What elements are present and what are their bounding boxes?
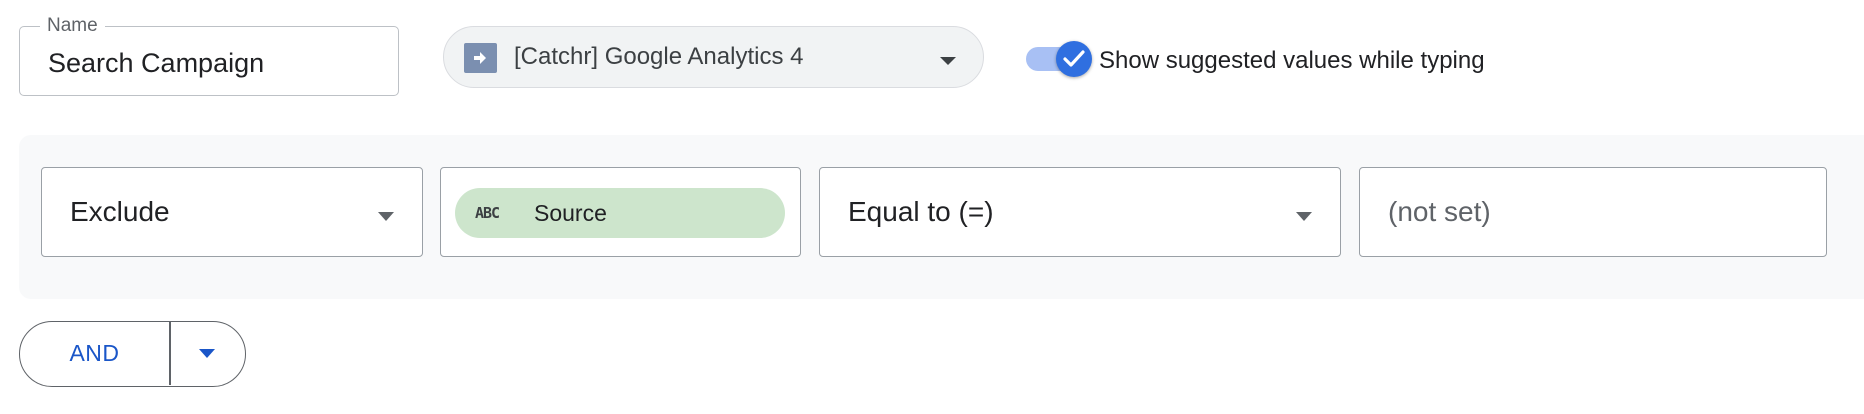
chevron-down-icon (199, 349, 215, 358)
include-exclude-select[interactable]: Exclude (41, 167, 423, 257)
chevron-down-icon (1296, 208, 1312, 226)
data-source-label: [Catchr] Google Analytics 4 (514, 43, 804, 70)
text-type-icon: ABC (475, 204, 500, 222)
data-source-select[interactable]: [Catchr] Google Analytics 4 (443, 26, 984, 88)
name-field-value[interactable]: Search Campaign (48, 47, 264, 79)
chevron-down-icon (939, 53, 957, 71)
chevron-down-icon (378, 208, 394, 226)
and-button[interactable]: AND (20, 322, 169, 385)
dimension-chip[interactable]: ABC Source (455, 188, 785, 238)
name-field-label: Name (40, 15, 105, 37)
suggested-values-toggle[interactable] (1026, 41, 1092, 77)
dimension-field[interactable]: ABC Source (440, 167, 801, 257)
include-exclude-value: Exclude (70, 196, 170, 227)
value-input[interactable]: (not set) (1359, 167, 1827, 257)
operator-select[interactable]: Equal to (=) (819, 167, 1341, 257)
operator-value: Equal to (=) (848, 196, 994, 227)
filter-editor: Name Search Campaign [Catchr] Google Ana… (0, 0, 1864, 414)
value-input-text[interactable]: (not set) (1388, 195, 1491, 229)
arrow-right-icon (464, 43, 497, 73)
dimension-chip-label: Source (534, 200, 607, 226)
name-field[interactable]: Name Search Campaign (19, 15, 399, 96)
checkmark-icon (1056, 41, 1092, 77)
and-split-button: AND (19, 321, 246, 387)
and-menu-button[interactable] (171, 322, 245, 385)
suggested-values-label: Show suggested values while typing (1099, 47, 1485, 74)
